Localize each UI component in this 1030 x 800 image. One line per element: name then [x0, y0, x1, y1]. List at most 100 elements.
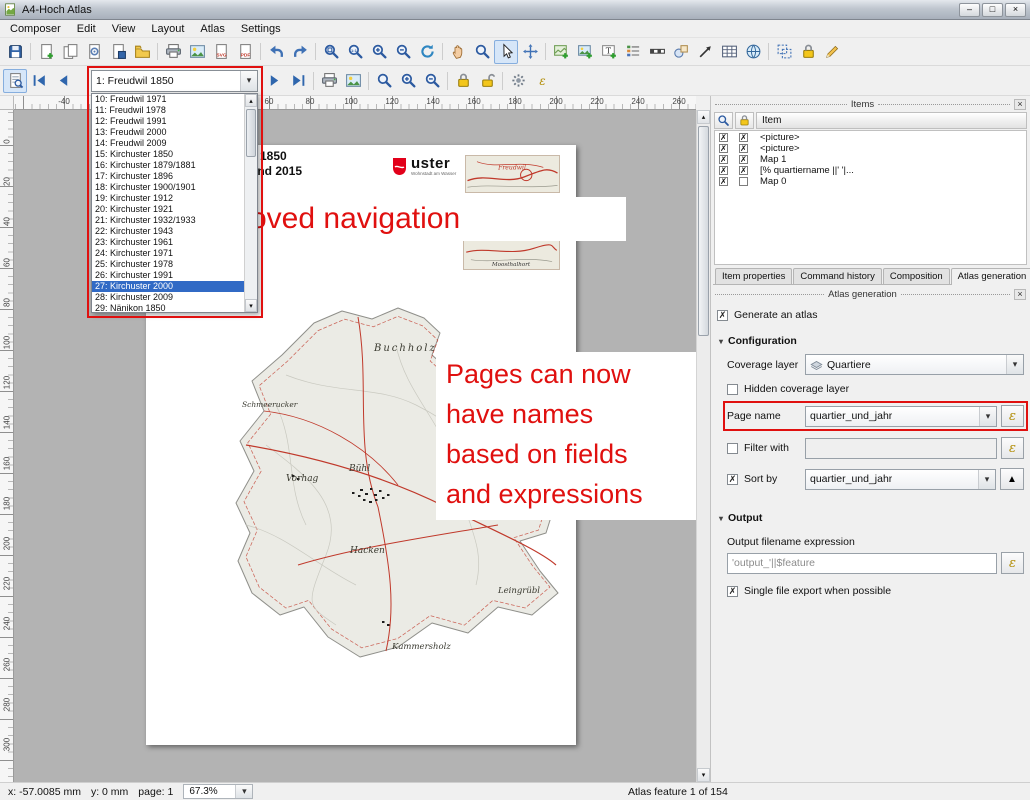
tab-command-history[interactable]: Command history: [793, 268, 881, 284]
save-project-button[interactable]: [3, 40, 27, 64]
edit-nodes-item-button[interactable]: [820, 40, 844, 64]
atlas-page-option[interactable]: 17: Kirchuster 1896: [92, 171, 244, 182]
dropdown-scrollbar[interactable]: ▴ ▾: [244, 94, 257, 312]
atlas-page-option[interactable]: 23: Kirchuster 1961: [92, 237, 244, 248]
menu-edit[interactable]: Edit: [69, 21, 104, 37]
pan-button[interactable]: [446, 40, 470, 64]
close-button[interactable]: ×: [1005, 3, 1026, 17]
zoom-out-button[interactable]: [420, 69, 444, 93]
item-lock-checkbox[interactable]: ✗: [739, 144, 748, 153]
atlas-page-option[interactable]: 12: Freudwil 1991: [92, 116, 244, 127]
add-html-button[interactable]: [741, 40, 765, 64]
configuration-group-header[interactable]: ▾ Configuration: [719, 335, 1022, 347]
atlas-page-option[interactable]: 27: Kirchuster 2000: [92, 281, 244, 292]
add-legend-button[interactable]: [621, 40, 645, 64]
zoom-in-button[interactable]: [367, 40, 391, 64]
item-visible-checkbox[interactable]: ✗: [719, 177, 728, 186]
item-lock-checkbox[interactable]: ✗: [739, 155, 748, 164]
zoom-actual-button[interactable]: 1:1: [343, 40, 367, 64]
maximize-button[interactable]: □: [982, 3, 1003, 17]
chevron-down-icon[interactable]: ▾: [979, 407, 996, 426]
export-svg-button[interactable]: SVG: [209, 40, 233, 64]
add-shape-button[interactable]: [669, 40, 693, 64]
sort-by-checkbox[interactable]: ✗: [727, 474, 738, 485]
export-image-button[interactable]: [185, 40, 209, 64]
group-items-button[interactable]: [772, 40, 796, 64]
save-as-template-button[interactable]: [106, 40, 130, 64]
atlas-page-option[interactable]: 26: Kirchuster 1991: [92, 270, 244, 281]
coverage-layer-combo[interactable]: Quartiere ▾: [805, 354, 1024, 375]
menu-settings[interactable]: Settings: [233, 21, 289, 37]
close-icon[interactable]: ×: [1014, 289, 1026, 300]
chevron-down-icon[interactable]: ▾: [978, 470, 995, 489]
hidden-coverage-checkbox[interactable]: [727, 384, 738, 395]
item-visible-checkbox[interactable]: ✗: [719, 155, 728, 164]
add-image-button[interactable]: [573, 40, 597, 64]
add-map-button[interactable]: [549, 40, 573, 64]
duplicate-composition-button[interactable]: [58, 40, 82, 64]
page-name-combo[interactable]: quartier_und_jahr ▾: [805, 406, 997, 427]
filter-with-checkbox[interactable]: [727, 443, 738, 454]
zoom-full-button[interactable]: [319, 40, 343, 64]
export-pdf-button[interactable]: PDF: [233, 40, 257, 64]
zoom-out-button[interactable]: [391, 40, 415, 64]
menu-composer[interactable]: Composer: [2, 21, 69, 37]
next-feature-button[interactable]: [262, 69, 286, 93]
menu-atlas[interactable]: Atlas: [192, 21, 232, 37]
item-lock-checkbox[interactable]: ✗: [739, 133, 748, 142]
output-filename-field[interactable]: 'output_'||$feature: [727, 553, 997, 574]
atlas-page-option[interactable]: 28: Kirchuster 2009: [92, 292, 244, 303]
atlas-settings-button[interactable]: [506, 69, 530, 93]
scroll-up-icon[interactable]: ▴: [697, 110, 710, 124]
titlebar[interactable]: A4-Hoch Atlas – □ ×: [0, 0, 1030, 20]
select-move-item-button[interactable]: [494, 40, 518, 64]
lock-item-button[interactable]: [735, 112, 754, 129]
scroll-down-icon[interactable]: ▾: [697, 768, 710, 782]
add-table-button[interactable]: [717, 40, 741, 64]
items-column-header[interactable]: Item: [756, 112, 1027, 129]
item-visible-checkbox[interactable]: ✗: [719, 144, 728, 153]
redo-button[interactable]: [288, 40, 312, 64]
preview-atlas-button[interactable]: [3, 69, 27, 93]
scrollbar-thumb[interactable]: [246, 109, 256, 157]
atlas-page-option[interactable]: 21: Kirchuster 1932/1933: [92, 215, 244, 226]
refresh-button[interactable]: [415, 40, 439, 64]
atlas-page-option[interactable]: 22: Kirchuster 1943: [92, 226, 244, 237]
atlas-page-option[interactable]: 10: Freudwil 1971: [92, 94, 244, 105]
sort-by-combo[interactable]: quartier_und_jahr ▾: [805, 469, 996, 490]
atlas-page-option[interactable]: 13: Freudwil 2000: [92, 127, 244, 138]
item-visible-checkbox[interactable]: ✗: [719, 166, 728, 175]
filter-expression-button[interactable]: ε: [1001, 437, 1024, 459]
add-arrow-button[interactable]: [693, 40, 717, 64]
output-expression-button[interactable]: ε: [1001, 552, 1024, 574]
composer-manager-button[interactable]: [82, 40, 106, 64]
atlas-page-option[interactable]: 15: Kirchuster 1850: [92, 149, 244, 160]
scroll-down-icon[interactable]: ▾: [245, 299, 257, 312]
item-lock-checkbox[interactable]: [739, 177, 748, 186]
atlas-page-option[interactable]: 14: Freudwil 2009: [92, 138, 244, 149]
generate-atlas-checkbox[interactable]: ✗: [717, 310, 728, 321]
atlas-page-option[interactable]: 29: Nänikon 1850: [92, 303, 244, 312]
filter-expression-field[interactable]: [805, 438, 997, 459]
output-group-header[interactable]: ▾ Output: [719, 512, 1022, 524]
scrollbar-thumb[interactable]: [698, 126, 709, 336]
atlas-page-option[interactable]: 19: Kirchuster 1912: [92, 193, 244, 204]
chevron-down-icon[interactable]: ▾: [1006, 355, 1023, 374]
page-name-expression-button[interactable]: ε: [1001, 405, 1024, 427]
tab-atlas-generation[interactable]: Atlas generation: [951, 268, 1030, 285]
atlas-page-option[interactable]: 20: Kirchuster 1921: [92, 204, 244, 215]
new-composition-button[interactable]: [34, 40, 58, 64]
zoom-level-combo[interactable]: 67.3% ▾: [183, 784, 253, 799]
item-row[interactable]: ✗✗<picture>: [715, 132, 1026, 143]
undo-button[interactable]: [264, 40, 288, 64]
atlas-page-option[interactable]: 18: Kirchuster 1900/1901: [92, 182, 244, 193]
add-scalebar-button[interactable]: [645, 40, 669, 64]
chevron-down-icon[interactable]: ▾: [240, 71, 257, 91]
item-visible-checkbox[interactable]: ✗: [719, 133, 728, 142]
menu-layout[interactable]: Layout: [143, 21, 192, 37]
move-item-content-button[interactable]: [518, 40, 542, 64]
load-template-button[interactable]: [130, 40, 154, 64]
tab-item-properties[interactable]: Item properties: [715, 268, 792, 284]
lock-layers-button[interactable]: [451, 69, 475, 93]
unlock-layers-button[interactable]: [475, 69, 499, 93]
